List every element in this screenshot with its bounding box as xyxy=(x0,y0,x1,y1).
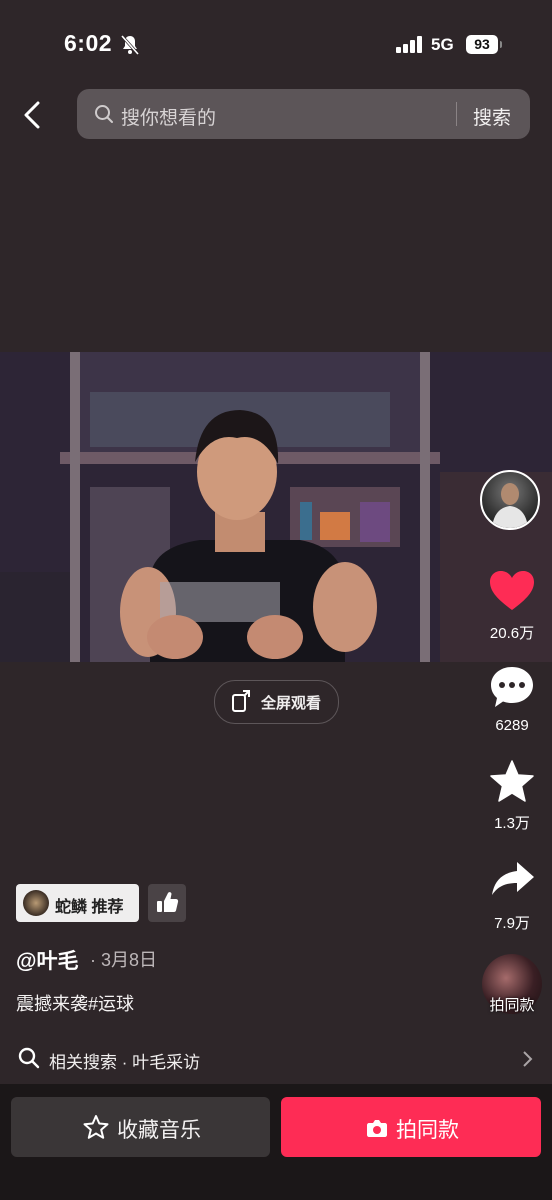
search-icon xyxy=(18,1047,40,1069)
share-count: 7.9万 xyxy=(494,915,530,932)
comment-icon[interactable] xyxy=(489,665,535,709)
battery-tip xyxy=(500,41,502,48)
network-type: 5G xyxy=(431,35,454,54)
fullscreen-label[interactable]: 全屏观看 xyxy=(261,692,321,713)
search-placeholder[interactable]: 搜你想看的 xyxy=(121,103,216,130)
back-icon[interactable] xyxy=(20,100,44,130)
search-button[interactable]: 搜索 xyxy=(473,103,511,130)
recommend-like-button[interactable] xyxy=(148,884,186,922)
shoot-same-rail-label[interactable]: 拍同款 xyxy=(472,994,552,1015)
star-outline-icon xyxy=(83,1115,109,1139)
fullscreen-icon xyxy=(232,690,250,712)
shoot-same-label[interactable]: 拍同款 xyxy=(396,1114,459,1144)
star-icon[interactable] xyxy=(490,760,534,802)
signal-icon xyxy=(396,36,422,53)
chevron-right-icon[interactable] xyxy=(521,1050,533,1068)
battery-icon: 93 xyxy=(466,35,498,54)
favorite-music-label[interactable]: 收藏音乐 xyxy=(117,1114,201,1144)
post-caption[interactable]: 震撼来袭#运球 xyxy=(16,990,134,1016)
search-icon xyxy=(95,105,113,123)
bell-muted-icon xyxy=(120,35,140,55)
author-name[interactable]: @叶毛 xyxy=(16,945,78,975)
video-frame xyxy=(0,352,552,662)
search-divider xyxy=(456,102,457,126)
heart-icon[interactable] xyxy=(489,570,535,612)
camera-icon xyxy=(367,1120,387,1137)
related-search-link[interactable]: 相关搜索 · 叶毛采访 xyxy=(49,1048,200,1073)
recommender-label[interactable]: 蛇鳞 推荐 xyxy=(55,893,123,917)
author-avatar[interactable] xyxy=(480,470,540,530)
like-count: 20.6万 xyxy=(489,625,535,642)
status-time: 6:02 xyxy=(64,30,113,56)
thumbs-up-icon xyxy=(157,892,179,912)
post-date: · 3月8日 xyxy=(90,950,158,970)
recommender-avatar xyxy=(23,890,49,916)
share-icon[interactable] xyxy=(491,860,535,898)
video-player[interactable] xyxy=(0,352,552,662)
favorite-count: 1.3万 xyxy=(494,815,530,832)
comment-count: 6289 xyxy=(495,717,529,734)
